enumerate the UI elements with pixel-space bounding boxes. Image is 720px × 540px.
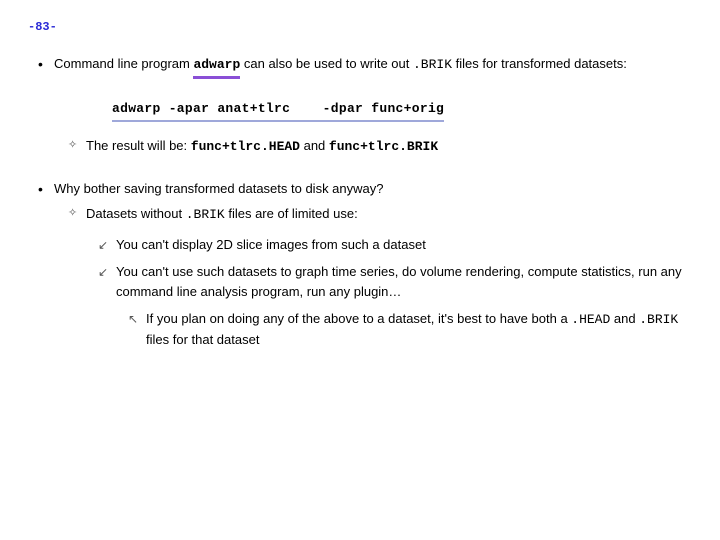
bullet-cant-graph: You can't use such datasets to graph tim… [116, 262, 692, 301]
slide-page: -83- Command line program adwarp can als… [0, 0, 720, 375]
file-ext-brik: .BRIK [639, 312, 678, 327]
text: The result will be: [86, 138, 191, 153]
filename-head: func+tlrc.HEAD [191, 139, 300, 154]
bullet-why-bother: Why bother saving transformed datasets t… [54, 179, 692, 199]
text: and [610, 311, 639, 326]
bullet-cant-display: You can't display 2D slice images from s… [116, 235, 692, 255]
bullet-advice: If you plan on doing any of the above to… [146, 309, 692, 349]
cmd-part-1: adwarp -apar anat+tlrc [112, 101, 290, 116]
program-name: adwarp [193, 55, 240, 79]
command-line-example: adwarp -apar anat+tlrc -dpar func+orig [28, 93, 692, 137]
text: and [300, 138, 329, 153]
text: can also be used to write out [240, 56, 413, 71]
page-number: -83- [28, 18, 692, 36]
file-ext: .BRIK [186, 207, 225, 222]
text: Command line program [54, 56, 193, 71]
file-ext: .BRIK [413, 57, 452, 72]
text: Datasets without [86, 206, 186, 221]
text: files are of limited use: [225, 206, 358, 221]
bullet-limited-use: Datasets without .BRIK files are of limi… [86, 204, 692, 225]
filename-brik: func+tlrc.BRIK [329, 139, 438, 154]
text: If you plan on doing any of the above to… [146, 311, 571, 326]
text: files for transformed datasets: [452, 56, 627, 71]
command-text: adwarp -apar anat+tlrc -dpar func+orig [112, 99, 444, 123]
bullet-adwarp-intro: Command line program adwarp can also be … [54, 54, 692, 79]
bullet-result: The result will be: func+tlrc.HEAD and f… [86, 136, 692, 157]
file-ext-head: .HEAD [571, 312, 610, 327]
cmd-part-2: -dpar func+orig [323, 101, 445, 116]
text: files for that dataset [146, 332, 259, 347]
